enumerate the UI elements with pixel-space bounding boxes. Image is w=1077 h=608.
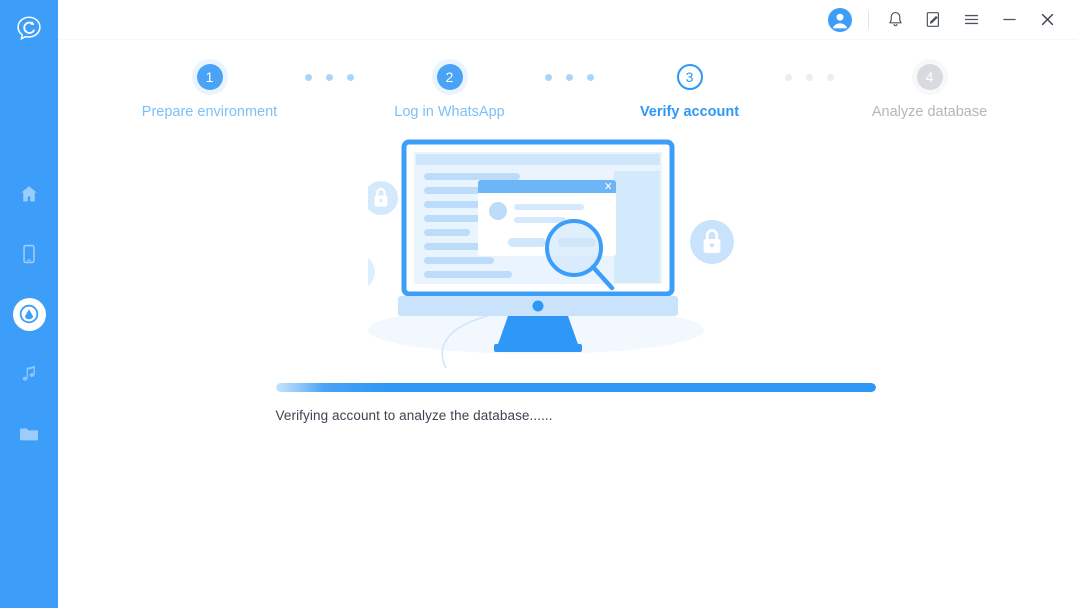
sidebar-item-home[interactable] (0, 164, 58, 224)
step-3: 3 Verify account (610, 64, 770, 120)
close-button[interactable] (1033, 6, 1061, 34)
step-4-circle: 4 (916, 64, 943, 90)
connector-dot (827, 74, 834, 81)
status-text: Verifying account to analyze the databas… (275, 408, 553, 423)
hamburger-menu-icon (964, 14, 978, 25)
sidebar-nav (0, 164, 58, 464)
app-window: 1 Prepare environment 2 Log in WhatsApp … (0, 0, 1077, 608)
sidebar-item-files[interactable] (0, 404, 58, 464)
app-logo-icon (9, 8, 49, 48)
titlebar-divider (868, 10, 869, 29)
lock-icon (367, 181, 398, 215)
step-1-circle: 1 (196, 64, 223, 90)
sidebar-item-recover[interactable] (0, 284, 58, 344)
step-4: 4 Analyze database (850, 64, 1010, 120)
connector-dot (326, 74, 333, 81)
main-pane: 1 Prepare environment 2 Log in WhatsApp … (58, 0, 1077, 608)
account-button[interactable] (826, 6, 854, 34)
close-icon (1041, 13, 1053, 26)
connector-dot (587, 74, 594, 81)
step-2: 2 Log in WhatsApp (370, 64, 530, 120)
step-1: 1 Prepare environment (130, 64, 290, 120)
note-edit-icon (926, 12, 939, 27)
titlebar (58, 0, 1077, 40)
home-icon (21, 186, 37, 202)
sidebar-item-music[interactable] (0, 344, 58, 404)
sidebar-item-device[interactable] (0, 224, 58, 284)
step-1-label: Prepare environment (141, 104, 278, 120)
progress-bar (275, 383, 876, 392)
step-2-circle: 2 (436, 64, 463, 90)
step-3-circle: 3 (676, 64, 703, 90)
user-avatar-icon (828, 7, 852, 32)
notifications-button[interactable] (881, 6, 909, 34)
connector-dot (566, 74, 573, 81)
music-note-icon (22, 365, 35, 381)
connector-dot (305, 74, 312, 81)
minimize-button[interactable] (995, 6, 1023, 34)
step-connector-1 (290, 74, 370, 81)
connector-dot (785, 74, 792, 81)
connector-dot (806, 74, 813, 81)
connector-dot (347, 74, 354, 81)
step-3-label: Verify account (639, 104, 740, 120)
step-4-label: Analyze database (871, 104, 988, 120)
computer-search-illustration (367, 139, 734, 369)
folder-icon (20, 428, 38, 441)
droplet-shield-icon (19, 304, 39, 324)
lock-icon (689, 220, 734, 264)
bell-icon (888, 11, 902, 27)
menu-button[interactable] (957, 6, 985, 34)
step-connector-3 (770, 74, 850, 81)
sidebar (0, 0, 58, 608)
step-connector-2 (530, 74, 610, 81)
feedback-button[interactable] (919, 6, 947, 34)
progress-bar-fill (275, 383, 876, 392)
connector-dot (545, 74, 552, 81)
active-indicator (12, 297, 46, 331)
minimize-icon (1002, 18, 1016, 21)
step-2-label: Log in WhatsApp (394, 104, 505, 120)
progress-area: Verifying account to analyze the databas… (268, 383, 876, 423)
bar-chart-icon (367, 258, 375, 286)
illustration-area (58, 138, 1077, 373)
phone-icon (23, 244, 35, 264)
progress-stepper: 1 Prepare environment 2 Log in WhatsApp … (58, 64, 1077, 120)
